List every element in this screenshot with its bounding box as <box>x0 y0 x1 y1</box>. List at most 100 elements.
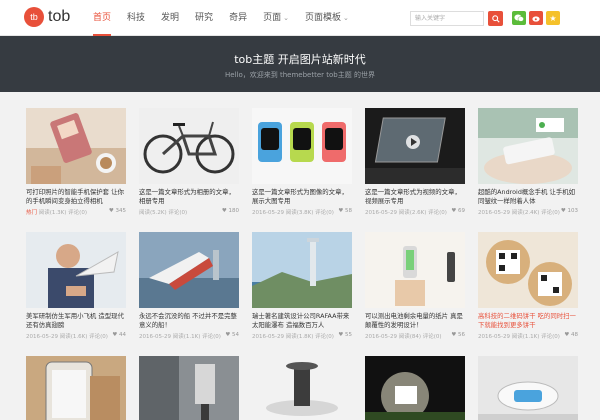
post-thumbnail[interactable] <box>26 108 126 184</box>
post-card[interactable]: 可打印照片的智能手机保护套 让你的手机瞬间变身拍立得相机 热门 阅读(1.3K)… <box>26 108 126 216</box>
post-views: 阅读(84) <box>398 334 422 340</box>
thumbs-up-icon: ♥ <box>560 208 566 214</box>
post-card[interactable] <box>365 356 465 420</box>
thumbs-up-icon: ♥ <box>338 208 344 214</box>
post-comments: 评论(0) <box>168 210 188 216</box>
post-thumbnail[interactable] <box>365 108 465 184</box>
banner-subtitle: Hello，欢迎来到 themebetter tob主题 的世界 <box>225 71 375 79</box>
post-meta: 阅读(5.2K) 评论(0) ♥ 180 <box>139 208 239 216</box>
weibo-icon <box>531 16 540 22</box>
nav-item-tech[interactable]: 科技 <box>127 0 145 36</box>
post-thumbnail[interactable] <box>139 108 239 184</box>
favorite-button[interactable]: ★ <box>546 11 560 25</box>
weibo-button[interactable] <box>529 11 543 25</box>
post-date: 2016-05-29 <box>478 334 510 340</box>
site-logo[interactable]: tb tob <box>24 7 70 27</box>
post-title[interactable]: 瑞士著名建筑设计公司RAFAA带来太阳能瀑布 造福数百万人 <box>252 312 352 330</box>
chevron-down-icon: ⌄ <box>342 14 349 22</box>
post-title[interactable]: 高科技的二维码饼干 吃的同时扫一下就能找到更多饼干 <box>478 312 578 330</box>
post-card[interactable]: 超酷的Android概念手机 让手机如同皱纹一样附着人体 2016-05-29 … <box>478 108 578 216</box>
search-icon <box>491 14 500 23</box>
post-tag[interactable]: 热门 <box>26 210 37 216</box>
post-thumbnail[interactable] <box>478 108 578 184</box>
wechat-button[interactable] <box>512 11 526 25</box>
nav-item-page-templates[interactable]: 页面模板 ⌄ <box>305 0 349 36</box>
post-comments: 评论(0) <box>541 210 560 216</box>
post-card[interactable] <box>139 356 239 420</box>
main-nav: 首页 科技 发明 研究 奇异 页面 ⌄ 页面模板 ⌄ <box>93 0 365 36</box>
post-comments: 评论(0) <box>315 334 334 340</box>
post-card[interactable]: 永远不会沉没的船 不过并不是完整意义的船！ 2016-05-29 阅读(1.1K… <box>139 232 239 340</box>
post-likes: 56 <box>458 332 465 338</box>
post-meta: 2016-05-29 阅读(1.1K) 评论(0) ♥ 54 <box>139 332 239 340</box>
post-card[interactable]: 这是一篇文章形式为相册的文章，相册专用 阅读(5.2K) 评论(0) ♥ 180 <box>139 108 239 216</box>
post-likes: 44 <box>119 332 126 338</box>
post-views: 阅读(1.8K) <box>285 334 314 340</box>
wechat-icon <box>514 14 524 22</box>
thumbs-up-icon: ♥ <box>564 332 570 338</box>
nav-item-research[interactable]: 研究 <box>195 0 213 36</box>
post-thumbnail[interactable] <box>252 356 352 420</box>
post-comments: 评论(0) <box>428 210 447 216</box>
search-button[interactable] <box>488 11 503 26</box>
post-views: 阅读(3.8K) <box>285 210 314 216</box>
post-title[interactable]: 永远不会沉没的船 不过并不是完整意义的船！ <box>139 312 239 330</box>
post-likes: 345 <box>115 208 127 214</box>
post-date: 2016-05-29 <box>365 210 397 216</box>
post-thumbnail[interactable] <box>139 232 239 308</box>
post-title[interactable]: 超酷的Android概念手机 让手机如同皱纹一样附着人体 <box>478 188 578 206</box>
post-card[interactable]: 可以测出电池剩余电量的纸片 真是颠覆性的发明设计！ 2016-05-29 阅读(… <box>365 232 465 340</box>
post-card[interactable]: 瑞士著名建筑设计公司RAFAA带来太阳能瀑布 造福数百万人 2016-05-29… <box>252 232 352 340</box>
post-thumbnail[interactable] <box>139 356 239 420</box>
post-thumbnail[interactable] <box>26 232 126 308</box>
thumbs-up-icon: ♥ <box>225 332 231 338</box>
post-card[interactable] <box>252 356 352 420</box>
post-title[interactable]: 可以测出电池剩余电量的纸片 真是颠覆性的发明设计！ <box>365 312 465 330</box>
post-card[interactable]: 这是一篇文章形式为视频的文章，视频展示专用 2016-05-29 阅读(2.6K… <box>365 108 465 216</box>
post-thumbnail[interactable] <box>365 356 465 420</box>
banner-title: tob主题 开启图片站新时代 <box>234 53 366 66</box>
post-views: 阅读(1.3K) <box>38 210 67 216</box>
post-thumbnail[interactable] <box>478 232 578 308</box>
post-title[interactable]: 这是一篇文章形式为相册的文章，相册专用 <box>139 188 239 206</box>
post-card[interactable]: 这是一篇文章形式为图像的文章，展示大图专用 2016-05-29 阅读(3.8K… <box>252 108 352 216</box>
post-card[interactable] <box>26 356 126 420</box>
post-views: 阅读(2.6K) <box>398 210 427 216</box>
post-views: 阅读(5.2K) <box>139 210 167 216</box>
post-comments: 评论(0) <box>422 334 442 340</box>
post-card[interactable]: 高科技的二维码饼干 吃的同时扫一下就能找到更多饼干 2016-05-29 阅读(… <box>478 232 578 340</box>
post-date: 2016-05-29 <box>26 334 58 340</box>
post-views: 阅读(2.4K) <box>511 210 540 216</box>
post-meta: 2016-05-29 阅读(3.8K) 评论(0) ♥ 58 <box>252 208 352 216</box>
thumbs-up-icon: ♥ <box>338 332 344 338</box>
post-meta: 热门 阅读(1.3K) 评论(0) ♥ 345 <box>26 208 126 216</box>
nav-item-pages[interactable]: 页面 ⌄ <box>263 0 289 36</box>
post-thumbnail[interactable] <box>252 232 352 308</box>
post-title[interactable]: 美军研制仿生军用小飞机 造型现代还有仿真翅膀 <box>26 312 126 330</box>
nav-item-invention[interactable]: 发明 <box>161 0 179 36</box>
site-header: tb tob 首页 科技 发明 研究 奇异 页面 ⌄ 页面模板 ⌄ 输入关键字 ★ <box>0 0 600 36</box>
post-comments: 评论(0) <box>541 334 560 340</box>
post-title[interactable]: 这是一篇文章形式为视频的文章，视频展示专用 <box>365 188 465 206</box>
post-title[interactable]: 这是一篇文章形式为图像的文章，展示大图专用 <box>252 188 352 206</box>
post-views: 阅读(1.6K) <box>59 334 88 340</box>
post-meta: 2016-05-29 阅读(84) 评论(0) ♥ 56 <box>365 332 465 340</box>
post-date: 2016-05-29 <box>252 334 284 340</box>
post-comments: 评论(0) <box>89 334 108 340</box>
post-likes: 58 <box>345 208 352 214</box>
post-thumbnail[interactable] <box>365 232 465 308</box>
nav-item-strange[interactable]: 奇异 <box>229 0 247 36</box>
post-thumbnail[interactable] <box>26 356 126 420</box>
thumbs-up-icon: ♥ <box>221 208 227 214</box>
nav-item-home[interactable]: 首页 <box>93 0 112 36</box>
post-meta: 2016-05-29 阅读(2.6K) 评论(0) ♥ 69 <box>365 208 465 216</box>
post-title[interactable]: 可打印照片的智能手机保护套 让你的手机瞬间变身拍立得相机 <box>26 188 126 206</box>
post-card[interactable]: 美军研制仿生军用小飞机 造型现代还有仿真翅膀 2016-05-29 阅读(1.6… <box>26 232 126 340</box>
post-likes: 180 <box>228 208 240 214</box>
post-card[interactable] <box>478 356 578 420</box>
logo-badge-icon: tb <box>24 7 44 27</box>
search-input[interactable]: 输入关键字 <box>410 11 484 26</box>
thumbs-up-icon: ♥ <box>451 208 457 214</box>
post-thumbnail[interactable] <box>478 356 578 420</box>
post-thumbnail[interactable] <box>252 108 352 184</box>
